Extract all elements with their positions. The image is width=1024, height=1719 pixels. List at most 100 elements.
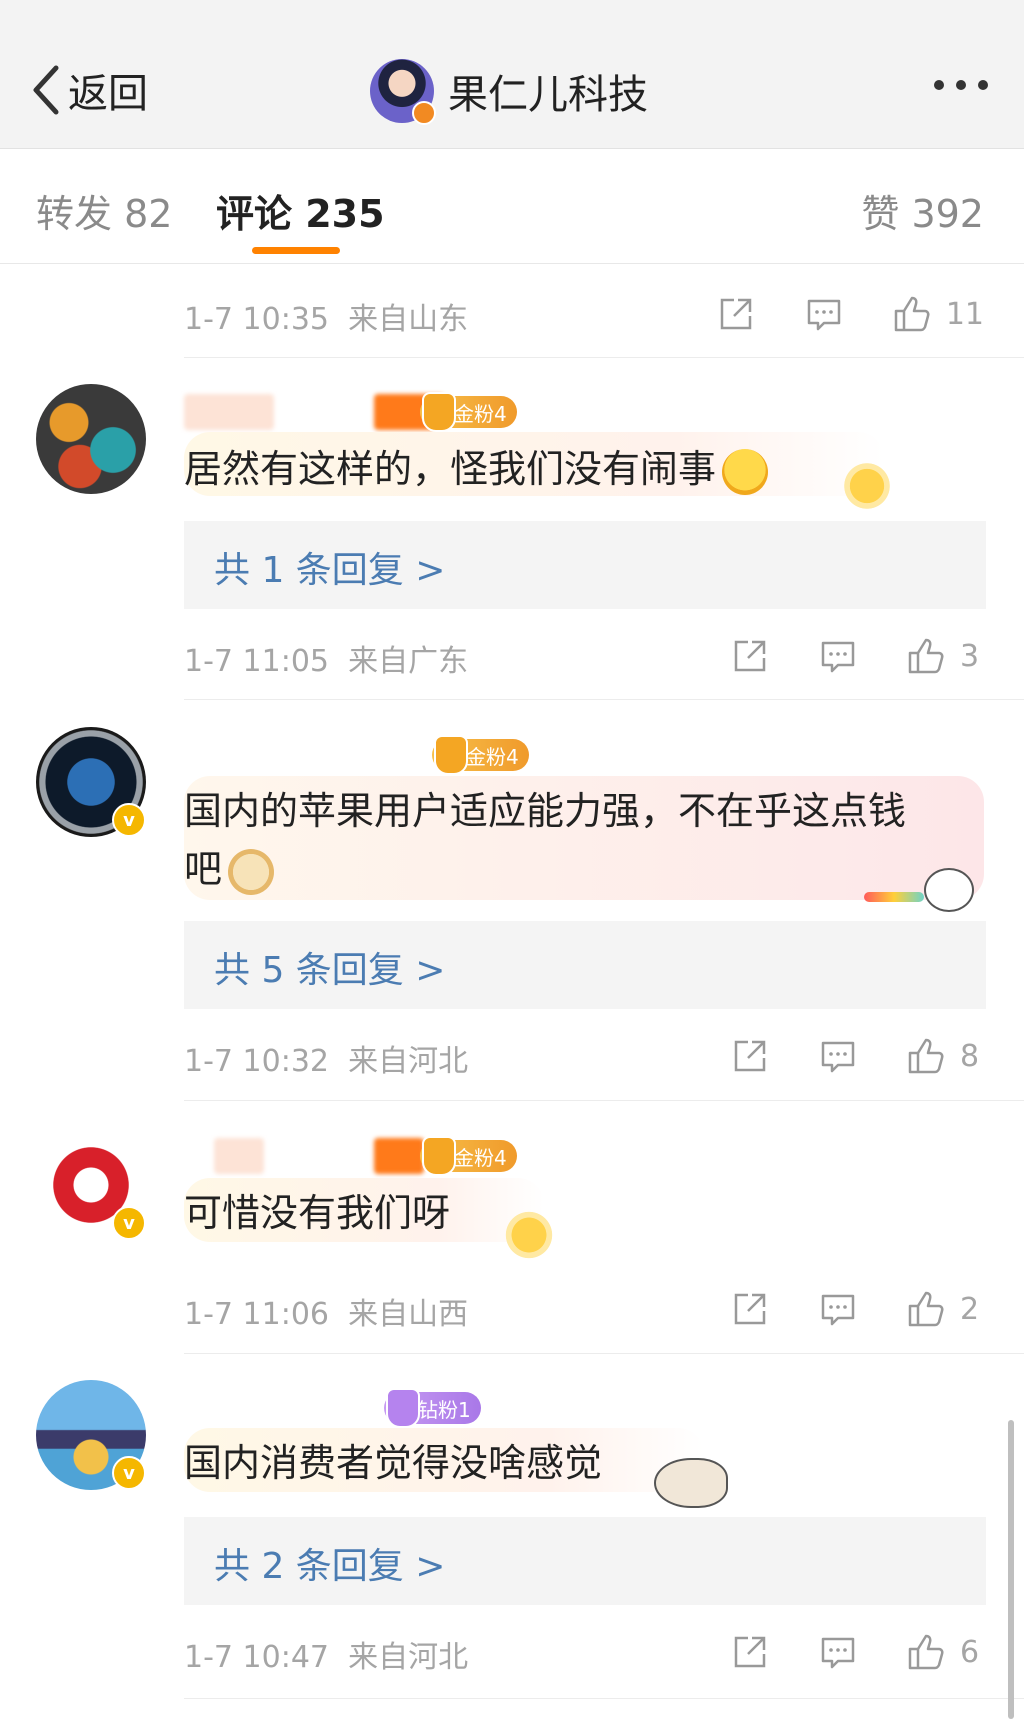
comment-time: 1-7 10:32 来自河北 xyxy=(184,1044,469,1079)
account-avatar[interactable] xyxy=(370,59,436,125)
share-icon xyxy=(734,1040,766,1072)
share-icon xyxy=(734,1636,766,1668)
dot-icon xyxy=(956,80,966,90)
comment-icon xyxy=(821,641,855,673)
divider xyxy=(184,1698,1024,1699)
account-header[interactable]: 果仁儿科技 xyxy=(370,58,648,125)
comment-text: 居然有这样的，怪我们没有闹事 xyxy=(184,440,769,498)
share-icon xyxy=(720,298,752,330)
redacted-name xyxy=(184,394,274,430)
comment-text: 可惜没有我们呀 xyxy=(184,1191,451,1235)
gold-crown-sticker-icon xyxy=(500,1210,558,1260)
comment-actions: 11 xyxy=(668,284,984,344)
comment-icon xyxy=(807,299,841,331)
like-count: 6 xyxy=(960,1634,980,1670)
like-button[interactable] xyxy=(906,1632,946,1672)
fan-badge: 钻粉1 xyxy=(384,1388,481,1428)
chevron-left-icon xyxy=(33,65,59,115)
fan-badge: 金粉4 xyxy=(420,392,517,432)
comment-time: 1-7 11:06 来自山西 xyxy=(184,1297,469,1332)
comment-meta: 1-7 10:35 来自山东 11 xyxy=(184,284,984,344)
reply-button[interactable] xyxy=(818,1289,858,1329)
fan-level-icon xyxy=(422,392,456,432)
comment-meta: 1-7 10:32 来自河北 8 xyxy=(184,1026,984,1086)
divider xyxy=(184,699,1024,700)
tab-like[interactable]: 赞 392 xyxy=(861,183,984,238)
reply-button[interactable] xyxy=(818,636,858,676)
like-count: 11 xyxy=(945,296,984,332)
share-button[interactable] xyxy=(730,1632,770,1672)
doge-emoji-icon xyxy=(228,848,275,895)
like-count: 8 xyxy=(960,1038,980,1074)
dot-icon xyxy=(978,80,988,90)
commenter-name[interactable]: 金粉4 xyxy=(184,1134,784,1178)
back-label: 返回 xyxy=(68,71,148,117)
verified-icon: v xyxy=(112,1206,146,1240)
comment-icon xyxy=(821,1041,855,1073)
comment-time: 1-7 11:05 来自广东 xyxy=(184,644,469,679)
reply-count-link: 共 1 条回复 > xyxy=(214,550,446,591)
fan-level-icon xyxy=(422,1136,456,1176)
commenter-avatar[interactable] xyxy=(36,384,146,494)
share-icon xyxy=(734,1293,766,1325)
fan-badge: 金粉4 xyxy=(420,1136,517,1176)
comment-meta: 1-7 10:47 来自河北 6 xyxy=(184,1622,984,1682)
laughing-tears-emoji-icon xyxy=(722,448,769,495)
verified-icon xyxy=(412,101,436,125)
share-icon xyxy=(734,640,766,672)
commenter-avatar[interactable]: v xyxy=(36,727,146,837)
active-tab-indicator xyxy=(252,247,340,254)
like-count: 2 xyxy=(960,1291,980,1327)
view-replies-button[interactable]: 共 1 条回复 > xyxy=(184,521,986,609)
divider xyxy=(184,1100,1024,1101)
share-button[interactable] xyxy=(716,294,756,334)
gold-crown-sticker-icon xyxy=(838,462,896,510)
more-options-button[interactable] xyxy=(934,80,988,90)
comment-actions: 6 xyxy=(682,1622,984,1682)
fan-level-icon xyxy=(386,1388,420,1428)
verified-icon: v xyxy=(112,1456,146,1490)
tab-repost[interactable]: 转发 82 xyxy=(36,183,172,238)
like-button[interactable] xyxy=(892,294,932,334)
commenter-avatar[interactable]: v xyxy=(36,1130,146,1240)
comment-text: 国内的苹果用户适应能力强，不在乎这点钱 吧 xyxy=(184,782,964,898)
divider xyxy=(184,1353,1024,1354)
like-button[interactable] xyxy=(906,636,946,676)
back-button[interactable]: 返回 xyxy=(30,60,148,120)
comment-text: 国内消费者觉得没啥感觉 xyxy=(184,1441,603,1485)
comment-actions: 8 xyxy=(682,1026,984,1086)
thumbs-up-icon xyxy=(908,1038,944,1074)
thumbs-up-icon xyxy=(908,1634,944,1670)
top-nav-bar: 返回 果仁儿科技 xyxy=(0,0,1024,149)
redacted-name xyxy=(214,1138,264,1174)
redacted-name xyxy=(374,1138,424,1174)
account-name: 果仁儿科技 xyxy=(448,72,648,118)
fish-sticker-icon xyxy=(654,1458,728,1508)
reply-button[interactable] xyxy=(804,294,844,334)
comment-icon xyxy=(821,1637,855,1669)
share-button[interactable] xyxy=(730,636,770,676)
tab-comment[interactable]: 评论 235 xyxy=(216,183,385,238)
commenter-name[interactable]: 金粉4 xyxy=(184,733,784,777)
commenter-avatar[interactable]: v xyxy=(36,1380,146,1490)
thumbs-up-icon xyxy=(894,296,930,332)
share-button[interactable] xyxy=(730,1289,770,1329)
view-replies-button[interactable]: 共 5 条回复 > xyxy=(184,921,986,1009)
like-button[interactable] xyxy=(906,1036,946,1076)
commenter-name[interactable]: 钻粉1 xyxy=(184,1386,784,1430)
tab-bar: 转发 82 评论 235 赞 392 xyxy=(0,149,1024,264)
reply-count-link: 共 2 条回复 > xyxy=(214,1546,446,1587)
reply-button[interactable] xyxy=(818,1036,858,1076)
scrollbar[interactable] xyxy=(1008,1420,1014,1719)
reply-button[interactable] xyxy=(818,1632,858,1672)
comment-time: 1-7 10:47 来自河北 xyxy=(184,1640,469,1675)
like-count: 3 xyxy=(960,638,980,674)
share-button[interactable] xyxy=(730,1036,770,1076)
like-button[interactable] xyxy=(906,1289,946,1329)
view-replies-button[interactable]: 共 2 条回复 > xyxy=(184,1517,986,1605)
verified-icon: v xyxy=(112,803,146,837)
fan-badge: 金粉4 xyxy=(432,735,529,775)
comment-icon xyxy=(821,1294,855,1326)
comment-meta: 1-7 11:06 来自山西 2 xyxy=(184,1279,984,1339)
commenter-name[interactable]: 金粉4 xyxy=(184,390,784,434)
